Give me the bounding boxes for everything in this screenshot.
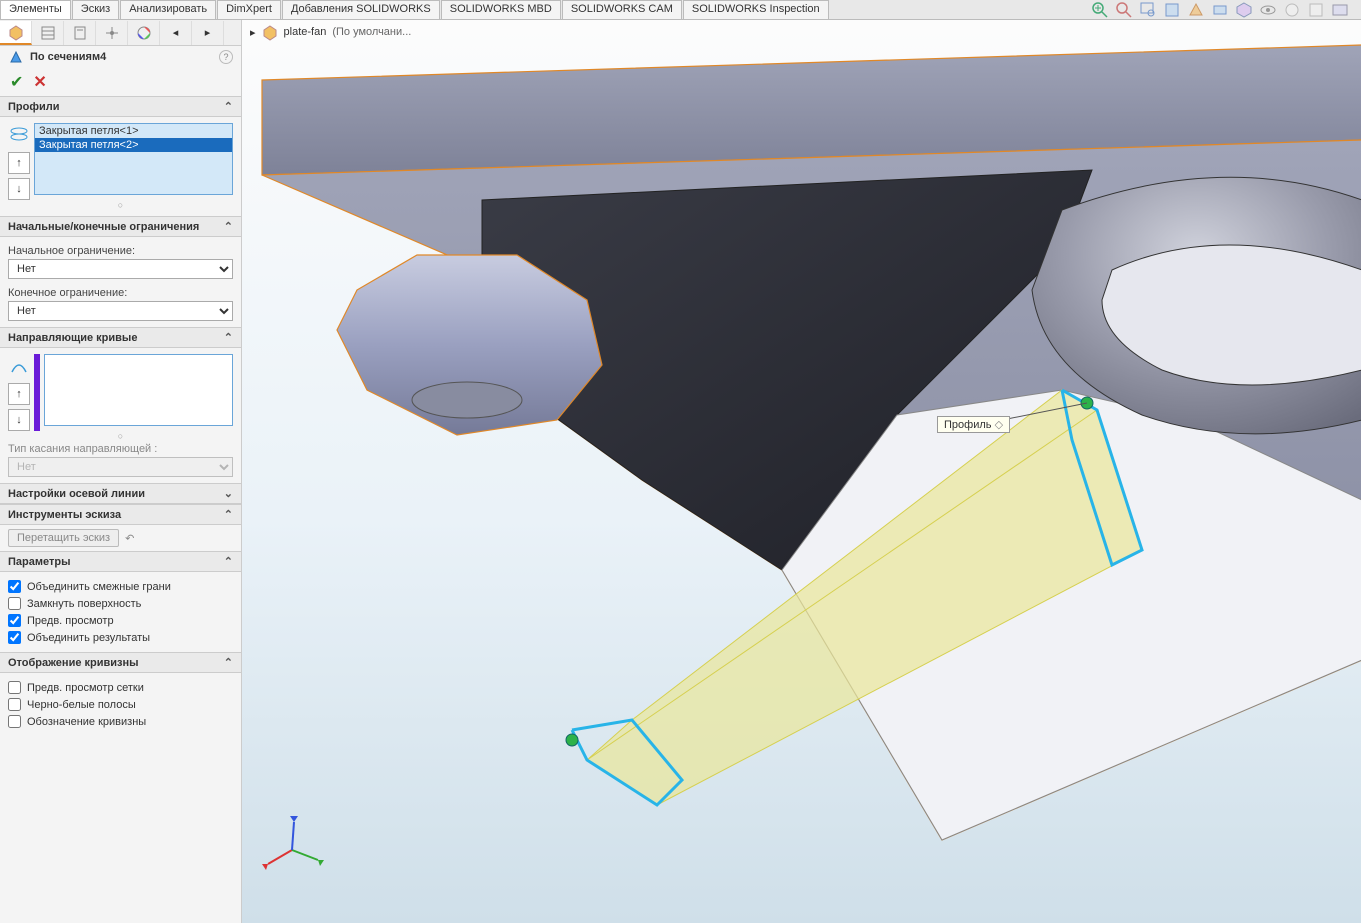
end-constraint-select[interactable]: Нет [8, 301, 233, 321]
panel-tab-property[interactable] [64, 21, 96, 45]
zoom-fit-icon[interactable] [1115, 1, 1133, 19]
profile-tooltip: Профиль ◇ [937, 416, 1010, 433]
cancel-button[interactable]: ✕ [33, 72, 46, 92]
profile-move-down-button[interactable]: ↓ [8, 178, 30, 200]
section-sketchtools-title: Инструменты эскиза [8, 509, 121, 521]
section-curvature-title: Отображение кривизны [8, 657, 139, 669]
close-surface-checkbox[interactable]: Замкнуть поверхность [8, 595, 233, 612]
guide-color-indicator [34, 354, 40, 431]
chevron-up-icon: ⌃ [224, 555, 233, 568]
panel-tab-display[interactable] [96, 21, 128, 45]
scene-icon[interactable] [1307, 1, 1325, 19]
profile-item-2[interactable]: Закрытая петля<2> [35, 138, 232, 152]
eye-icon[interactable] [1259, 1, 1277, 19]
merge-results-checkbox[interactable]: Объединить результаты [8, 629, 233, 646]
start-constraint-label: Начальное ограничение: [8, 243, 233, 259]
tab-mbd[interactable]: SOLIDWORKS MBD [441, 0, 561, 19]
section-sketchtools-header[interactable]: Инструменты эскиза ⌃ [0, 504, 241, 525]
help-icon[interactable]: ? [219, 50, 233, 64]
zoom-window-icon[interactable] [1139, 1, 1157, 19]
guide-move-up-button[interactable]: ↑ [8, 383, 30, 405]
appearance-icon[interactable] [1283, 1, 1301, 19]
chevron-up-icon: ⌃ [224, 508, 233, 521]
profile-loop-icon [8, 123, 30, 148]
section-options-header[interactable]: Параметры ⌃ [0, 551, 241, 572]
property-manager-panel: ◂ ▸ По сечениям4 ? ✔ ✕ Профили ⌃ ↑ ↓ [0, 20, 242, 923]
view-toolbar [1091, 0, 1349, 20]
profiles-listbox[interactable]: Закрытая петля<1> Закрытая петля<2> [34, 123, 233, 195]
loft-icon [8, 49, 24, 65]
section-centerline-title: Настройки осевой линии [8, 488, 145, 500]
ok-button[interactable]: ✔ [10, 72, 23, 92]
guide-move-down-button[interactable]: ↓ [8, 409, 30, 431]
guide-icon [8, 354, 30, 379]
section-view-icon[interactable] [1187, 1, 1205, 19]
tab-sketch[interactable]: Эскиз [72, 0, 119, 19]
guides-listbox[interactable] [44, 354, 233, 426]
chevron-up-icon: ⌃ [224, 656, 233, 669]
panel-tab-appearance[interactable] [128, 21, 160, 45]
tab-elements[interactable]: Элементы [0, 0, 71, 19]
list-resize-handle[interactable]: ○ [8, 431, 233, 441]
section-constraints-header[interactable]: Начальные/конечные ограничения ⌃ [0, 216, 241, 237]
profile-move-up-button[interactable]: ↑ [8, 152, 30, 174]
section-curvature-header[interactable]: Отображение кривизны ⌃ [0, 652, 241, 673]
merge-faces-checkbox[interactable]: Объединить смежные грани [8, 578, 233, 595]
3d-viewport[interactable]: ▸ plate-fan (По умолчани... [242, 20, 1361, 923]
feature-title: По сечениям4 [30, 51, 106, 63]
section-profiles-header[interactable]: Профили ⌃ [0, 96, 241, 117]
chevron-up-icon: ⌃ [224, 331, 233, 344]
chevron-up-icon: ⌃ [224, 100, 233, 113]
tab-dimxpert[interactable]: DimXpert [217, 0, 281, 19]
chevron-down-icon: ⌄ [224, 487, 233, 500]
command-tab-bar: Элементы Эскиз Анализировать DimXpert До… [0, 0, 1361, 20]
undo-icon[interactable]: ↶ [125, 532, 134, 545]
panel-tab-row: ◂ ▸ [0, 20, 241, 46]
preview-checkbox[interactable]: Предв. просмотр [8, 612, 233, 629]
mesh-preview-checkbox[interactable]: Предв. просмотр сетки [8, 679, 233, 696]
tab-cam[interactable]: SOLIDWORKS CAM [562, 0, 682, 19]
3d-model [242, 20, 1361, 920]
chevron-up-icon: ⌃ [224, 220, 233, 233]
feature-header: По сечениям4 ? [0, 46, 241, 68]
list-resize-handle[interactable]: ○ [8, 200, 233, 210]
view-orientation-icon[interactable] [1163, 1, 1181, 19]
drag-sketch-button: Перетащить эскиз [8, 529, 119, 547]
section-options-title: Параметры [8, 556, 70, 568]
section-constraints-title: Начальные/конечные ограничения [8, 221, 199, 233]
viewport-settings-icon[interactable] [1331, 1, 1349, 19]
panel-tab-prev[interactable]: ◂ [160, 21, 192, 45]
panel-tab-config[interactable] [32, 21, 64, 45]
curvature-indicator-checkbox[interactable]: Обозначение кривизны [8, 713, 233, 730]
section-guides-header[interactable]: Направляющие кривые ⌃ [0, 327, 241, 348]
guide-tangency-select: Нет [8, 457, 233, 477]
guide-tangency-label: Тип касания направляющей : [8, 441, 233, 457]
profile-item-1[interactable]: Закрытая петля<1> [35, 124, 232, 138]
zebra-checkbox[interactable]: Черно-белые полосы [8, 696, 233, 713]
tab-analyze[interactable]: Анализировать [120, 0, 216, 19]
display-style-icon[interactable] [1211, 1, 1229, 19]
tab-inspection[interactable]: SOLIDWORKS Inspection [683, 0, 829, 19]
section-guides-title: Направляющие кривые [8, 332, 137, 344]
section-centerline-header[interactable]: Настройки осевой линии ⌄ [0, 483, 241, 504]
end-constraint-label: Конечное ограничение: [8, 285, 233, 301]
hide-show-icon[interactable] [1235, 1, 1253, 19]
start-constraint-select[interactable]: Нет [8, 259, 233, 279]
section-profiles-title: Профили [8, 101, 59, 113]
panel-tab-feature[interactable] [0, 21, 32, 45]
tab-addins[interactable]: Добавления SOLIDWORKS [282, 0, 440, 19]
zoom-in-icon[interactable] [1091, 1, 1109, 19]
panel-tab-next[interactable]: ▸ [192, 21, 224, 45]
